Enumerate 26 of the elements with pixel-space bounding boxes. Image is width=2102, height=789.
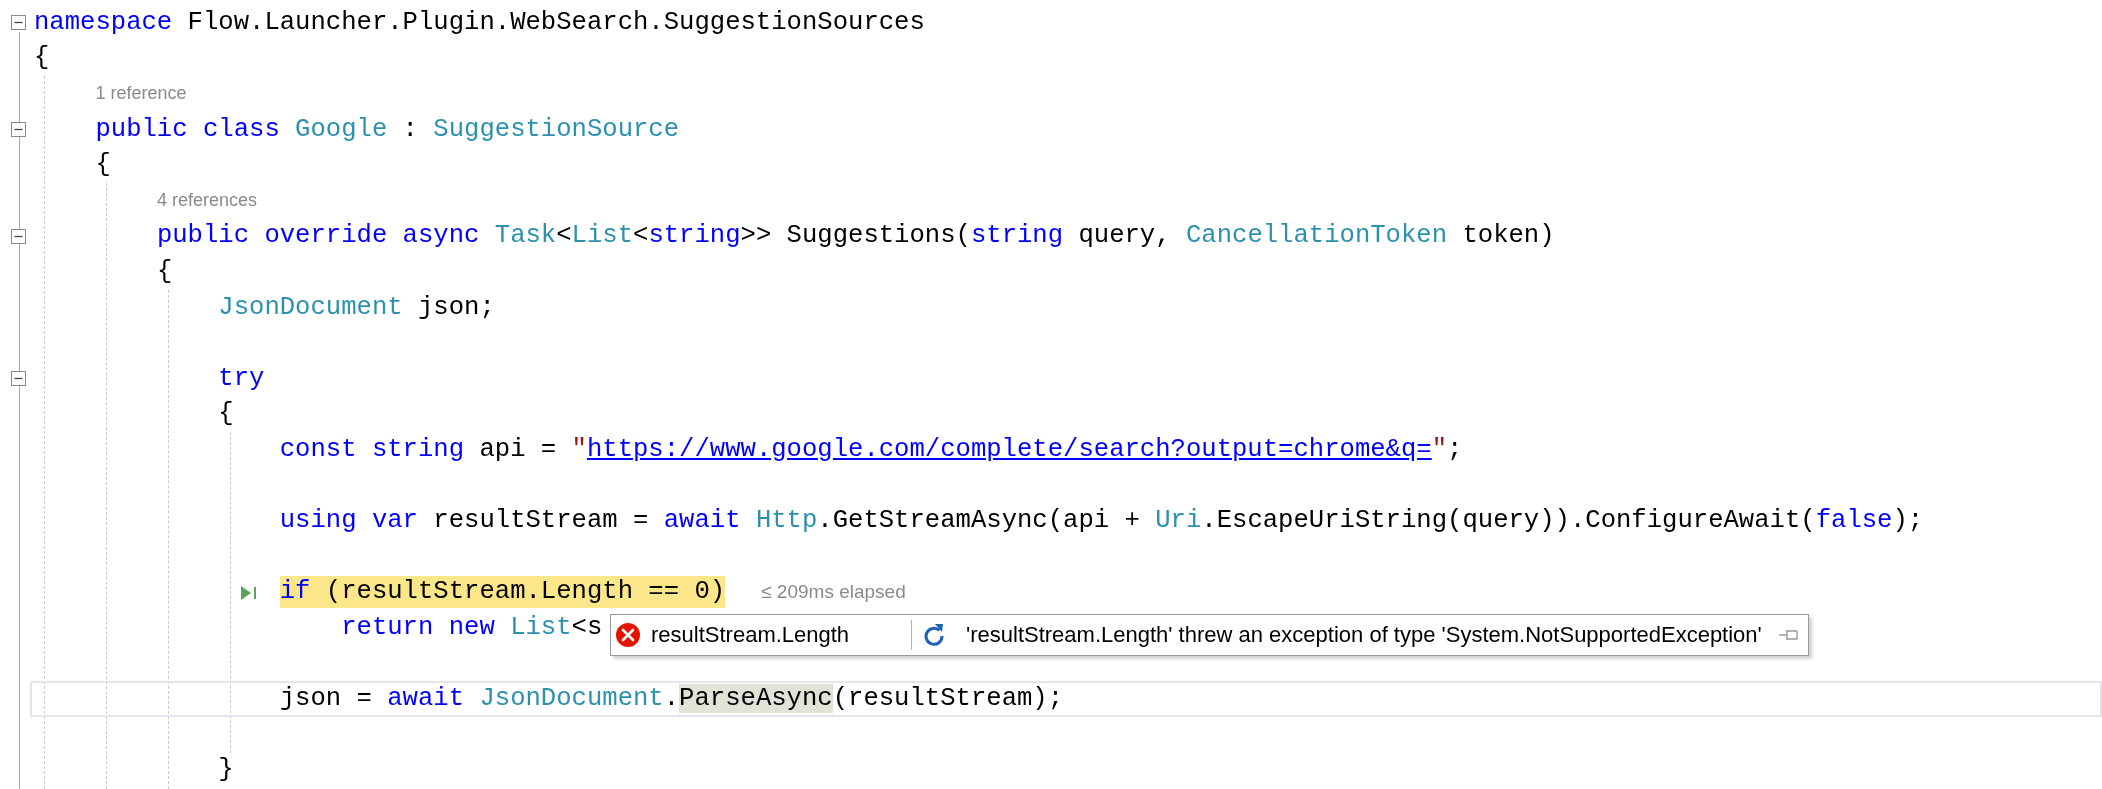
reference-count[interactable]: 1 reference <box>95 83 187 105</box>
pin-icon[interactable] <box>1777 628 1800 643</box>
code-line: { <box>218 398 234 431</box>
collapse-icon[interactable] <box>11 122 26 138</box>
code-line: JsonDocument json; <box>218 291 495 324</box>
code-line: public class Google : SuggestionSource <box>95 113 680 146</box>
step-arrow-icon[interactable] <box>240 584 258 601</box>
code-line: public override async Task<List<string>> Suggestions(string query, CancellationToken token) <box>156 220 1555 253</box>
refresh-icon[interactable] <box>922 622 946 649</box>
code-line: const string api = "https://www.google.com/complete/search?output=chrome&q="; <box>279 433 1463 466</box>
code-line: json = await JsonDocument.ParseAsync(resultStream); <box>278 683 1064 716</box>
code-line: using var resultStream = await Http.GetStreamAsync(api + Uri.EscapeUriString(query)).ConfigureAwait(false); <box>279 505 1924 538</box>
reference-count[interactable]: 4 references <box>156 190 257 212</box>
code-line: { <box>34 42 50 75</box>
code-line: { <box>95 149 111 182</box>
code-line: } <box>218 754 234 787</box>
elapsed-time: ≤ 209ms elapsed <box>761 581 906 604</box>
code-line: return new List<s <box>341 611 603 644</box>
collapse-icon[interactable] <box>11 371 26 387</box>
code-line: try <box>218 362 265 395</box>
collapse-icon[interactable] <box>11 228 26 244</box>
variable-name: resultStream.Length <box>651 622 851 649</box>
collapse-icon[interactable] <box>11 15 26 31</box>
code-line: namespace Flow.Launcher.Plugin.WebSearch.SuggestionSources <box>34 6 925 39</box>
exception-message: 'resultStream.Length' threw an exception of type 'System.NotSupportedException' <box>966 622 1762 649</box>
code-line: { <box>156 255 173 288</box>
